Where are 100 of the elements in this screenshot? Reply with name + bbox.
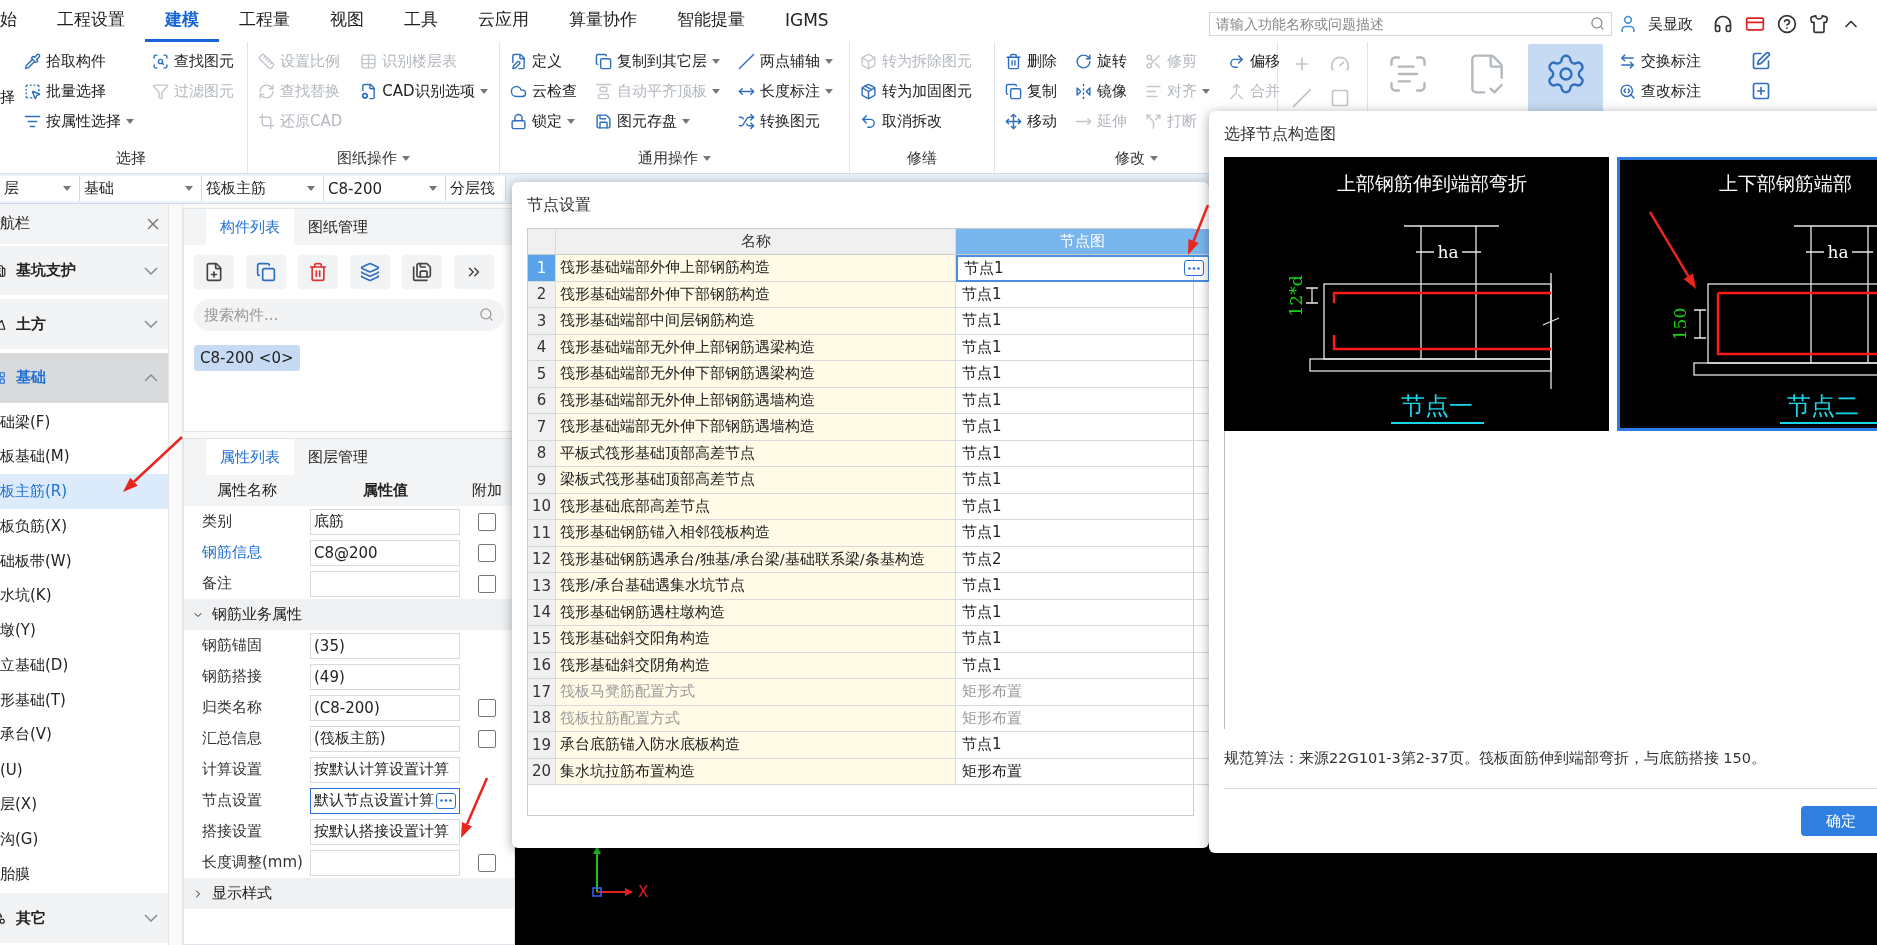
row-number[interactable]: 3 [528,308,556,335]
ribbon-tool-button[interactable]: 云检查 [510,76,577,106]
checkbox[interactable] [478,512,496,531]
nav-item[interactable]: 水坑(K) [0,578,168,614]
row-number[interactable]: 12 [528,546,556,573]
layers-icon[interactable] [360,262,380,282]
ribbon-tool-button[interactable]: 取消拆改 [860,106,972,136]
panel-tab[interactable]: 图层管理 [294,439,382,475]
row-number[interactable]: 7 [528,414,556,441]
nav-item[interactable]: 胎膜 [0,856,168,892]
ribbon-tool-button[interactable]: 复制到其它层 [595,46,720,76]
property-value-field[interactable]: (C8-200) [310,694,460,721]
panel-tab[interactable]: 构件列表 [206,209,294,245]
checkbox[interactable] [478,698,496,717]
dropdown-field[interactable]: C8-200 [324,176,446,201]
dropdown-field[interactable]: 层 [0,176,80,201]
nav-item[interactable]: 沟(G) [0,821,168,857]
menu-tab[interactable]: 智能提量 [657,0,765,42]
dropdown-field[interactable]: 分层筏 [446,176,506,201]
menu-tab[interactable]: IGMS [765,0,849,42]
row-number[interactable]: 20 [528,758,556,785]
nav-item[interactable]: 层(X) [0,787,168,822]
edit-icon[interactable] [1751,51,1771,71]
nav-group-header[interactable]: 其它 [0,893,168,944]
nav-item[interactable]: 础梁(F) [0,404,168,440]
property-name[interactable]: 钢筋信息 [184,543,310,562]
row-number[interactable]: 14 [528,599,556,626]
ribbon-tool-button[interactable]: 按属性选择 [24,106,134,136]
user-name[interactable]: 吴显政 [1648,14,1693,34]
ribbon-tool-button[interactable]: 两点辅轴 [738,46,833,76]
ribbon-tool-button[interactable]: 移动 [1005,106,1057,136]
nav-item[interactable]: 础板带(W) [0,543,168,579]
add-icon[interactable] [1751,81,1771,101]
row-number[interactable]: 4 [528,334,556,361]
nav-item[interactable]: 形基础(T) [0,682,168,718]
menu-tab[interactable]: 工程量 [219,0,310,42]
ribbon-tool-button[interactable]: 长度标注 [738,76,833,106]
menu-tab[interactable]: 视图 [310,0,384,42]
ribbon-tool-button[interactable]: 锁定 [510,106,577,136]
checkbox[interactable] [478,853,496,872]
menu-tab[interactable]: 始 [0,0,37,42]
search-field[interactable]: 请输入功能名称或问题描述 [1209,12,1612,36]
diagram-option[interactable]: 上下部钢筋端部 ha 150 节点二 [1617,157,1877,431]
confirm-button[interactable]: 确定 [1801,806,1877,836]
new-file-icon[interactable] [204,262,224,282]
ellipsis-button[interactable] [436,792,456,809]
diagram-option[interactable]: 上部钢筋伸到端部弯折 ha 12*d 节点一 [1224,157,1609,431]
property-value-field[interactable]: 按默认搭接设置计算 [310,818,460,845]
ribbon-tool-button[interactable]: 转为加固图元 [860,76,972,106]
ribbon-tool-button[interactable]: 删除 [1005,46,1057,76]
checkbox[interactable] [478,574,496,593]
property-value-field[interactable]: (49) [310,663,460,690]
panel-tab[interactable]: 属性列表 [206,439,294,475]
row-number[interactable]: 15 [528,626,556,653]
component-item[interactable]: C8-200 <0> [194,345,300,371]
row-number[interactable]: 5 [528,361,556,388]
table-cell[interactable]: 节点1 [956,255,1210,282]
property-value-field[interactable]: 默认节点设置计算 [310,787,460,814]
ribbon-tool-button[interactable]: CAD识别选项 [360,76,488,106]
row-number[interactable]: 8 [528,440,556,467]
group-menu-button[interactable]: 修改 [1114,148,1158,168]
row-number[interactable]: 9 [528,467,556,494]
nav-group-header[interactable]: 基坑支护 [0,245,168,296]
ribbon-tool-button[interactable]: 拾取构件 [24,46,134,76]
delete-icon[interactable] [308,262,328,282]
ribbon-tool-button[interactable]: 复制 [1005,76,1057,106]
card-icon[interactable] [1745,14,1765,34]
panel-tab[interactable]: 图纸管理 [294,209,382,245]
dropdown-field[interactable]: 筏板主筋 [202,176,324,201]
ribbon-tool-button[interactable]: 偏移 [1228,46,1280,76]
nav-item[interactable]: 板负筋(X) [0,509,168,544]
scrollbar[interactable] [168,204,183,945]
property-value-field[interactable]: 底筋 [310,508,460,535]
row-number[interactable]: 19 [528,732,556,759]
row-number[interactable]: 16 [528,652,556,679]
nav-item[interactable]: 立基础(D) [0,648,168,683]
menu-tab[interactable]: 工具 [384,0,458,42]
ribbon-tool-button[interactable]: 查改标注 [1619,76,1701,106]
row-number[interactable]: 2 [528,281,556,308]
menu-tab[interactable]: 云应用 [458,0,549,42]
nav-item[interactable]: 承台(V) [0,717,168,753]
nav-item[interactable]: 板基础(M) [0,439,168,475]
nav-item[interactable]: (U) [0,752,168,788]
ribbon-tool-button[interactable]: 批量选择 [24,76,134,106]
property-value-field[interactable]: (35) [310,632,460,659]
help-icon[interactable] [1777,14,1797,34]
row-number[interactable]: 10 [528,493,556,520]
shirt-icon[interactable] [1809,14,1829,34]
headset-icon[interactable] [1713,14,1733,34]
row-number[interactable]: 13 [528,573,556,600]
copy-icon[interactable] [256,262,276,282]
menu-tab[interactable]: 工程设置 [37,0,145,42]
row-number[interactable]: 11 [528,520,556,547]
ribbon-tool-button[interactable]: 交换标注 [1619,46,1701,76]
search-field[interactable]: 搜索构件... [194,299,504,331]
property-value-field[interactable]: 按默认计算设置计算 [310,756,460,783]
property-value-field[interactable] [310,570,460,597]
nav-item[interactable]: 板主筋(R) [0,474,168,509]
property-value-field[interactable] [310,849,460,876]
save-icon[interactable] [412,262,432,282]
